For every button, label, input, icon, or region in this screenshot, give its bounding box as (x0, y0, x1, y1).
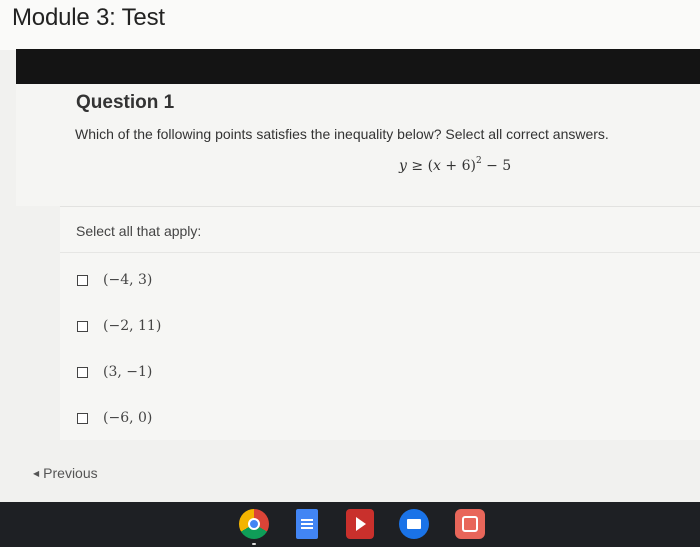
page-header: Module 3: Test (0, 0, 700, 50)
question-header: Question 1 Which of the following points… (16, 84, 700, 206)
chevron-left-icon: ◀ (33, 469, 40, 478)
select-hint: Select all that apply: (76, 223, 202, 239)
inequality: y ≥ (x + 6)2 − 5 (399, 157, 512, 175)
chrome-icon[interactable] (239, 509, 269, 539)
question-title: Question 1 (76, 92, 175, 113)
checkbox[interactable] (77, 412, 88, 424)
previous-button[interactable]: ◀ Previous (33, 465, 98, 481)
inequality-middle: + 6) (440, 158, 476, 174)
answer-option-1[interactable]: (−4, 3) (77, 268, 152, 292)
inequality-lhs: y (399, 158, 407, 174)
previous-label: Previous (43, 465, 98, 481)
checkbox[interactable] (77, 274, 88, 286)
inequality-relation: ≥ (411, 158, 424, 174)
checkbox[interactable] (77, 320, 88, 332)
running-indicator (252, 543, 256, 545)
inequality-tail: − 5 (481, 158, 512, 174)
checkbox[interactable] (77, 366, 88, 378)
question-text: Which of the following points satisfies … (75, 126, 609, 142)
divider (60, 252, 700, 253)
photos-icon[interactable] (455, 509, 485, 539)
answer-option-3[interactable]: (3, −1) (77, 360, 152, 384)
answer-panel: Select all that apply: (−4, 3) (−2, 11) … (60, 206, 700, 440)
page-title: Module 3: Test (12, 4, 165, 31)
files-icon[interactable] (399, 509, 429, 539)
docs-icon[interactable] (296, 509, 318, 539)
answer-option-label: (3, −1) (103, 364, 153, 380)
answer-option-2[interactable]: (−2, 11) (77, 314, 161, 338)
answer-option-4[interactable]: (−6, 0) (77, 406, 152, 430)
answer-option-label: (−4, 3) (103, 272, 153, 288)
answer-option-label: (−2, 11) (103, 318, 162, 334)
inequality-variable: x (433, 158, 441, 174)
answer-option-label: (−6, 0) (103, 410, 153, 426)
play-store-icon[interactable] (346, 509, 374, 539)
dark-banner (16, 49, 700, 84)
